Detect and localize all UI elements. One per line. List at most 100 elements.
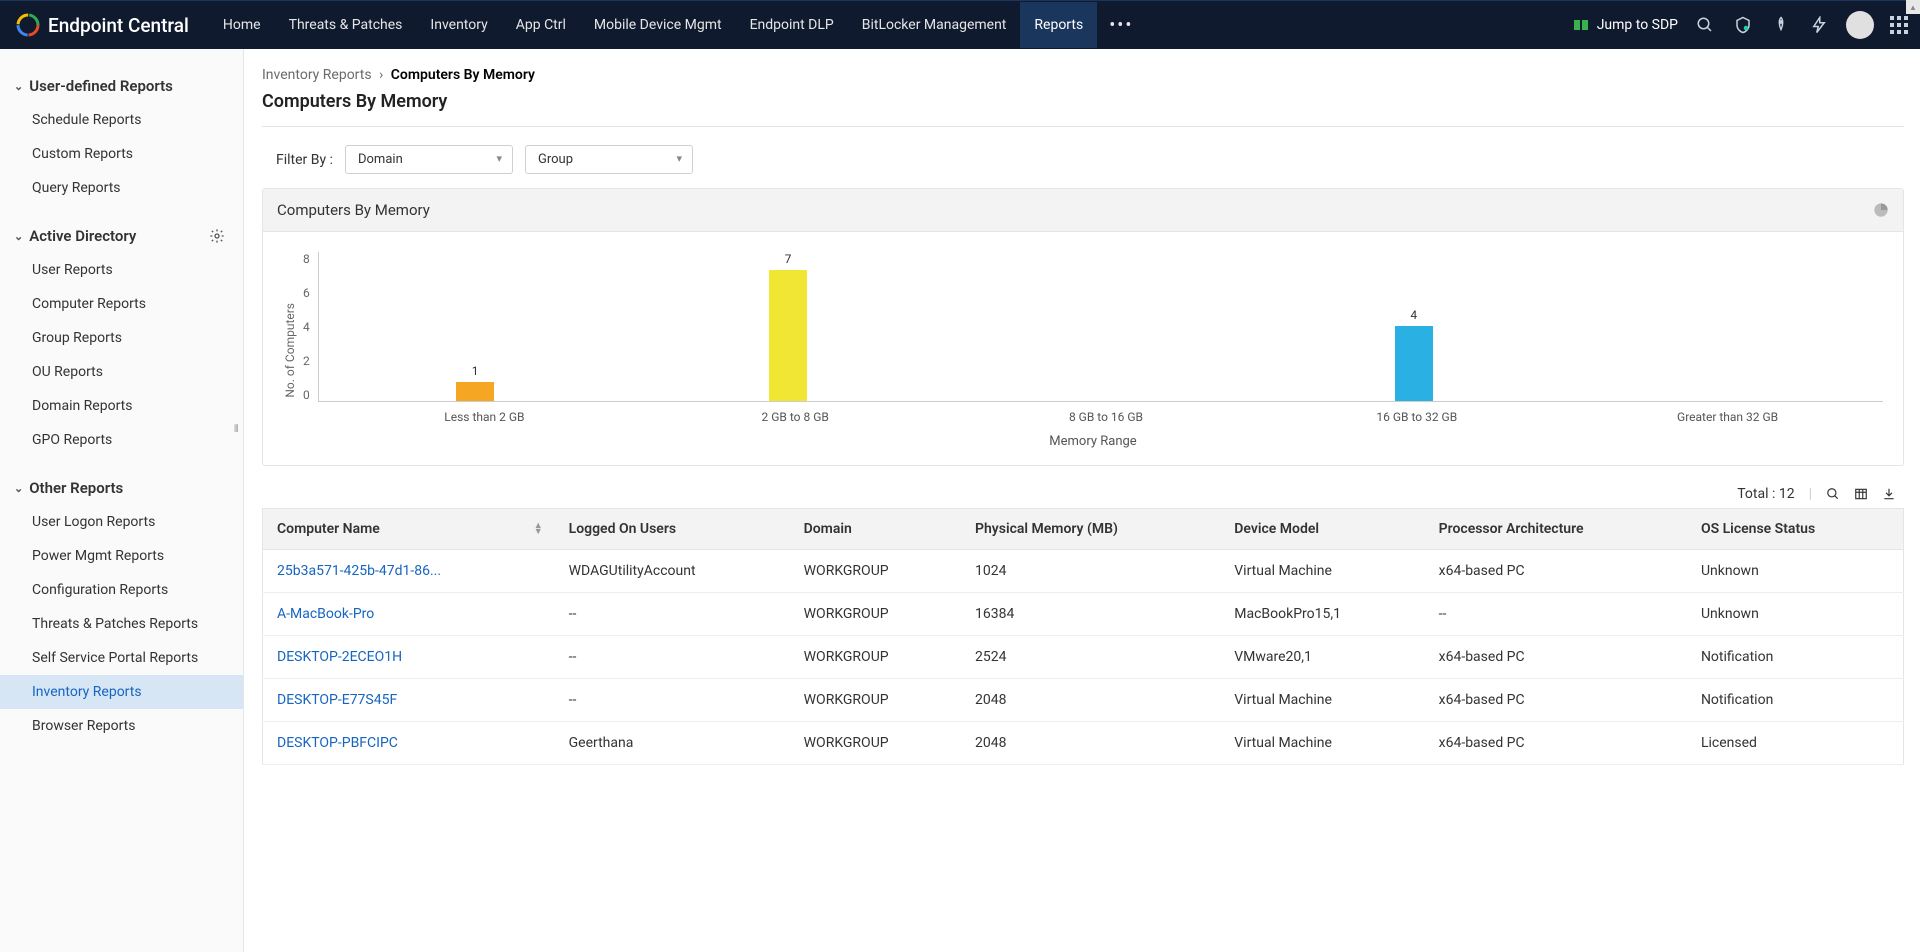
breadcrumb-parent[interactable]: Inventory Reports bbox=[262, 67, 372, 83]
top-nav: Endpoint Central Home Threats & Patches … bbox=[0, 0, 1920, 49]
sidebar-header-other-reports[interactable]: ⌄ Other Reports bbox=[0, 475, 243, 505]
y-tick: 8 bbox=[303, 252, 310, 266]
nav-appctrl[interactable]: App Ctrl bbox=[502, 2, 580, 48]
sidebar: ⌄ User-defined Reports Schedule Reports … bbox=[0, 49, 244, 952]
x-tick: Greater than 32 GB bbox=[1572, 402, 1883, 424]
scrollbar-up-icon[interactable]: ▲ bbox=[1906, 0, 1920, 14]
rocket-icon[interactable] bbox=[1770, 14, 1792, 36]
domain-select[interactable]: Domain bbox=[345, 145, 513, 174]
sidebar-item-self-service[interactable]: Self Service Portal Reports bbox=[0, 641, 243, 675]
cell-model: Virtual Machine bbox=[1220, 722, 1424, 765]
cell-license: Unknown bbox=[1687, 593, 1904, 636]
nav-threats[interactable]: Threats & Patches bbox=[275, 2, 417, 48]
cell-computer-name[interactable]: A-MacBook-Pro bbox=[263, 593, 555, 636]
gear-icon[interactable] bbox=[209, 228, 225, 244]
cell-computer-name[interactable]: DESKTOP-E77S45F bbox=[263, 679, 555, 722]
jump-to-sdp[interactable]: Jump to SDP bbox=[1573, 17, 1678, 33]
col-computer-name[interactable]: Computer Name▲▼ bbox=[263, 509, 555, 550]
chart-area: 8 6 4 2 0 174 Less than 2 GB2 GB to 8 GB… bbox=[303, 252, 1883, 449]
table-row: DESKTOP-E77S45F--WORKGROUP2048Virtual Ma… bbox=[263, 679, 1904, 722]
y-tick: 4 bbox=[303, 320, 310, 334]
avatar[interactable] bbox=[1846, 11, 1874, 39]
shield-icon[interactable] bbox=[1732, 14, 1754, 36]
sidebar-header-active-directory[interactable]: ⌄ Active Directory bbox=[0, 223, 243, 253]
bar-slot: 7 bbox=[632, 252, 945, 401]
cell-memory: 2524 bbox=[961, 636, 1220, 679]
sidebar-header-user-defined[interactable]: ⌄ User-defined Reports bbox=[0, 73, 243, 103]
group-select[interactable]: Group bbox=[525, 145, 693, 174]
chart-bar[interactable] bbox=[1395, 326, 1433, 401]
cell-arch: x64-based PC bbox=[1425, 722, 1687, 765]
cell-license: Notification bbox=[1687, 679, 1904, 722]
sidebar-item-configuration[interactable]: Configuration Reports bbox=[0, 573, 243, 607]
sidebar-item-ou-reports[interactable]: OU Reports bbox=[0, 355, 243, 389]
sidebar-section-title: Other Reports bbox=[29, 479, 123, 497]
y-axis-label: No. of Computers bbox=[283, 303, 297, 398]
sidebar-section-title: Active Directory bbox=[29, 227, 136, 245]
bolt-icon[interactable] bbox=[1808, 14, 1830, 36]
nav-mdm[interactable]: Mobile Device Mgmt bbox=[580, 2, 736, 48]
col-processor-arch[interactable]: Processor Architecture bbox=[1425, 509, 1687, 550]
cell-domain: WORKGROUP bbox=[790, 722, 961, 765]
nav-reports[interactable]: Reports bbox=[1020, 2, 1097, 48]
cell-memory: 2048 bbox=[961, 679, 1220, 722]
sidebar-item-threats-patches[interactable]: Threats & Patches Reports bbox=[0, 607, 243, 641]
export-icon[interactable] bbox=[1882, 487, 1896, 501]
nav-dlp[interactable]: Endpoint DLP bbox=[736, 2, 848, 48]
nav-bitlocker[interactable]: BitLocker Management bbox=[848, 2, 1021, 48]
columns-icon[interactable] bbox=[1854, 487, 1868, 501]
sidebar-item-user-logon[interactable]: User Logon Reports bbox=[0, 505, 243, 539]
col-domain[interactable]: Domain bbox=[790, 509, 961, 550]
content: Inventory Reports › Computers By Memory … bbox=[244, 49, 1920, 952]
cell-domain: WORKGROUP bbox=[790, 636, 961, 679]
cell-user: -- bbox=[555, 679, 790, 722]
sidebar-item-user-reports[interactable]: User Reports bbox=[0, 253, 243, 287]
search-icon[interactable] bbox=[1694, 14, 1716, 36]
chart-bar[interactable] bbox=[769, 270, 807, 401]
sidebar-item-gpo-reports[interactable]: GPO Reports bbox=[0, 423, 243, 457]
sidebar-item-query-reports[interactable]: Query Reports bbox=[0, 171, 243, 205]
sidebar-item-domain-reports[interactable]: Domain Reports bbox=[0, 389, 243, 423]
sidebar-item-custom-reports[interactable]: Custom Reports bbox=[0, 137, 243, 171]
pie-chart-icon[interactable] bbox=[1873, 202, 1889, 218]
sidebar-item-computer-reports[interactable]: Computer Reports bbox=[0, 287, 243, 321]
sidebar-item-browser-reports[interactable]: Browser Reports bbox=[0, 709, 243, 743]
sidebar-item-schedule-reports[interactable]: Schedule Reports bbox=[0, 103, 243, 137]
app-logo-icon bbox=[16, 13, 40, 37]
cell-model: Virtual Machine bbox=[1220, 679, 1424, 722]
cell-domain: WORKGROUP bbox=[790, 550, 961, 593]
chart-bar[interactable] bbox=[456, 382, 494, 401]
chart-body: No. of Computers 8 6 4 2 0 174 Less than… bbox=[263, 232, 1903, 465]
col-physical-memory[interactable]: Physical Memory (MB) bbox=[961, 509, 1220, 550]
nav-home[interactable]: Home bbox=[209, 2, 275, 48]
col-os-license[interactable]: OS License Status bbox=[1687, 509, 1904, 550]
divider bbox=[262, 126, 1904, 127]
col-logged-on-users[interactable]: Logged On Users bbox=[555, 509, 790, 550]
col-device-model[interactable]: Device Model bbox=[1220, 509, 1424, 550]
chevron-down-icon: ⌄ bbox=[14, 80, 23, 93]
sidebar-item-group-reports[interactable]: Group Reports bbox=[0, 321, 243, 355]
cell-model: VMware20,1 bbox=[1220, 636, 1424, 679]
table-row: DESKTOP-PBFCIPCGeerthanaWORKGROUP2048Vir… bbox=[263, 722, 1904, 765]
chevron-down-icon: ⌄ bbox=[14, 482, 23, 495]
x-ticks: Less than 2 GB2 GB to 8 GB8 GB to 16 GB1… bbox=[329, 402, 1883, 424]
sidebar-item-inventory-reports[interactable]: Inventory Reports bbox=[0, 675, 243, 709]
cell-computer-name[interactable]: 25b3a571-425b-47d1-86... bbox=[263, 550, 555, 593]
chart-panel: Computers By Memory No. of Computers 8 6… bbox=[262, 188, 1904, 466]
bar-slot bbox=[1570, 252, 1883, 401]
cell-user: -- bbox=[555, 593, 790, 636]
cell-computer-name[interactable]: DESKTOP-PBFCIPC bbox=[263, 722, 555, 765]
nav-more[interactable]: ••• bbox=[1097, 15, 1145, 36]
cell-arch: -- bbox=[1425, 593, 1687, 636]
separator: | bbox=[1809, 486, 1812, 502]
nav-inventory[interactable]: Inventory bbox=[416, 2, 501, 48]
search-icon[interactable] bbox=[1826, 487, 1840, 501]
app-logo[interactable]: Endpoint Central bbox=[16, 13, 189, 37]
jump-to-label: Jump to SDP bbox=[1597, 17, 1678, 33]
cell-computer-name[interactable]: DESKTOP-2ECEO1H bbox=[263, 636, 555, 679]
col-label: Computer Name bbox=[277, 521, 380, 537]
page-title: Computers By Memory bbox=[262, 91, 1904, 112]
app-launcher-icon[interactable] bbox=[1890, 16, 1908, 34]
sidebar-item-power-mgmt[interactable]: Power Mgmt Reports bbox=[0, 539, 243, 573]
sidebar-collapse-handle[interactable]: ⦀ bbox=[234, 419, 244, 439]
